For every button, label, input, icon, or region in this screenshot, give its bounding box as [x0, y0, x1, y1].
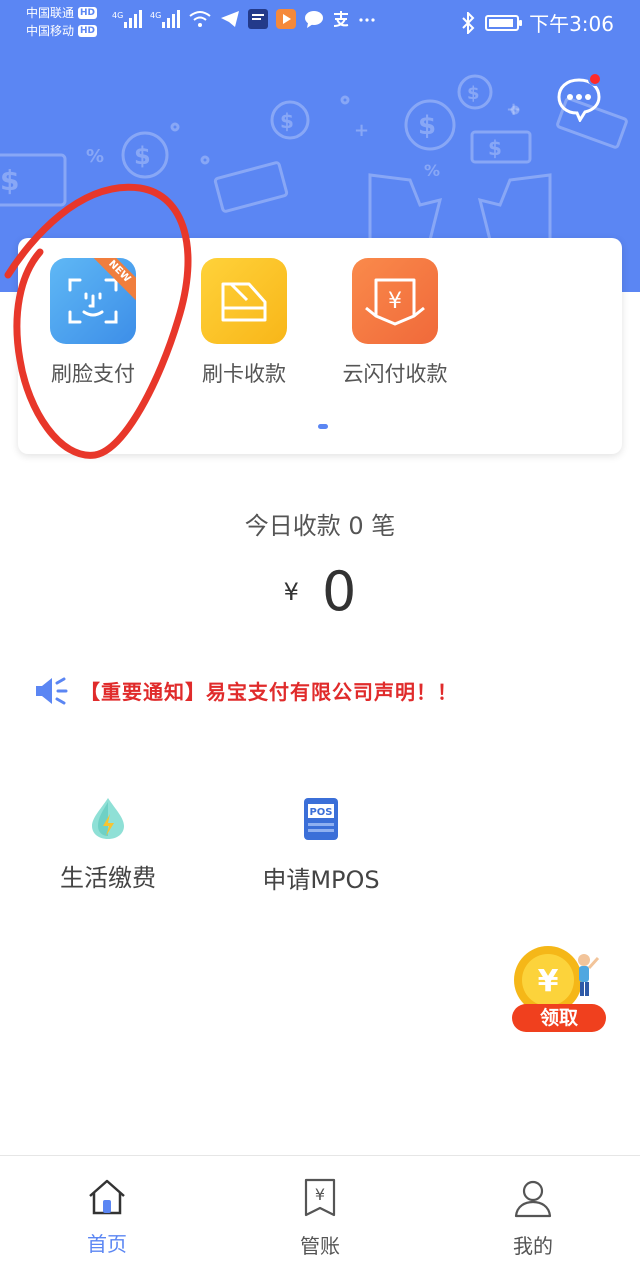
signal-icon: 4G [112, 10, 142, 28]
service-label: 申请MPOS [262, 866, 380, 894]
carrier-info: 中国联通 HD 中国移动 HD [26, 4, 98, 40]
status-right: 下午3:06 [461, 8, 614, 37]
svg-text:$: $ [467, 83, 480, 104]
svg-text:$: $ [418, 111, 436, 141]
nav-profile[interactable]: 我的 [483, 1178, 583, 1259]
battery-icon [485, 14, 523, 31]
face-scan-icon: NEW [50, 258, 136, 344]
reward-float[interactable]: ¥ 领取 [510, 944, 610, 1036]
svg-text:%: % [86, 146, 104, 167]
ledger-icon: ¥ [304, 1178, 336, 1217]
app-face-pay[interactable]: NEW 刷脸支付 [28, 258, 158, 388]
svg-text:$: $ [488, 136, 502, 160]
svg-text:POS: POS [309, 807, 332, 818]
wifi-icon [189, 11, 211, 27]
notice-bar[interactable]: 【重要通知】易宝支付有限公司声明！！ [34, 676, 458, 705]
svg-text:+: + [506, 99, 521, 120]
nav-label: 首页 [87, 1232, 127, 1256]
alipay-icon [333, 11, 349, 27]
currency-symbol: ¥ [283, 577, 299, 606]
unread-dot [588, 72, 602, 86]
nav-label: 我的 [513, 1234, 553, 1258]
card-swipe-icon [201, 258, 287, 344]
home-icon [89, 1179, 125, 1215]
app-notification-icon [248, 9, 268, 29]
chat-icon [305, 11, 323, 28]
nav-ledger[interactable]: ¥ 管账 [270, 1178, 370, 1259]
svg-text:$: $ [0, 164, 19, 197]
today-amount: ¥ 0 [0, 560, 640, 623]
svg-text:+: + [354, 120, 369, 141]
clock: 下午3:06 [529, 12, 614, 36]
nav-home[interactable]: 首页 [57, 1178, 157, 1257]
svg-text:¥: ¥ [538, 964, 559, 999]
app-label: 云闪付收款 [342, 362, 448, 386]
nav-label: 管账 [300, 1234, 340, 1258]
carrier-2: 中国移动 [26, 24, 75, 38]
video-app-icon [276, 9, 296, 29]
bottom-nav: 首页 ¥ 管账 我的 [0, 1155, 640, 1280]
service-life-pay[interactable]: 生活缴费 [54, 796, 162, 893]
app-label: 刷卡收款 [202, 362, 286, 386]
status-bar: 中国联通 HD 中国移动 HD 4G 4G 下午3:06 [0, 0, 640, 44]
water-drop-icon [92, 798, 124, 839]
more-icon [359, 18, 375, 22]
receipt-yen-icon: ¥ [352, 258, 438, 344]
svg-text:$: $ [280, 109, 294, 133]
svg-text:¥: ¥ [388, 289, 402, 314]
carrier-1: 中国联通 [26, 6, 75, 20]
bluetooth-icon [462, 11, 475, 34]
claim-button[interactable]: 领取 [512, 1004, 606, 1032]
svg-text:¥: ¥ [315, 1185, 325, 1204]
hd-badge: HD [78, 7, 98, 19]
signal-icon: 4G [150, 10, 180, 28]
message-button[interactable] [556, 72, 608, 124]
profile-icon [514, 1180, 552, 1218]
svg-text:4G: 4G [112, 11, 123, 20]
quick-app-card: NEW 刷脸支付 刷卡收款 ¥ 云闪付收款 [18, 238, 622, 454]
page-indicator [318, 424, 328, 429]
service-apply-mpos[interactable]: POS 申请MPOS [256, 796, 386, 895]
amount-value: 0 [322, 560, 357, 623]
status-icons: 4G 4G [112, 9, 376, 29]
app-cloud-pay[interactable]: ¥ 云闪付收款 [330, 258, 460, 388]
app-card-swipe[interactable]: 刷卡收款 [179, 258, 309, 388]
pos-terminal-icon: POS [304, 798, 338, 840]
service-label: 生活缴费 [60, 864, 156, 892]
telegram-icon [221, 11, 239, 27]
svg-text:4G: 4G [150, 11, 161, 20]
svg-text:$: $ [134, 142, 151, 170]
today-count: 今日收款 0 笔 [244, 512, 396, 540]
hd-badge: HD [78, 25, 98, 37]
app-label: 刷脸支付 [51, 362, 135, 386]
svg-text:%: % [424, 161, 440, 180]
notice-text: 【重要通知】易宝支付有限公司声明！！ [80, 680, 458, 704]
speaker-icon [36, 677, 68, 705]
